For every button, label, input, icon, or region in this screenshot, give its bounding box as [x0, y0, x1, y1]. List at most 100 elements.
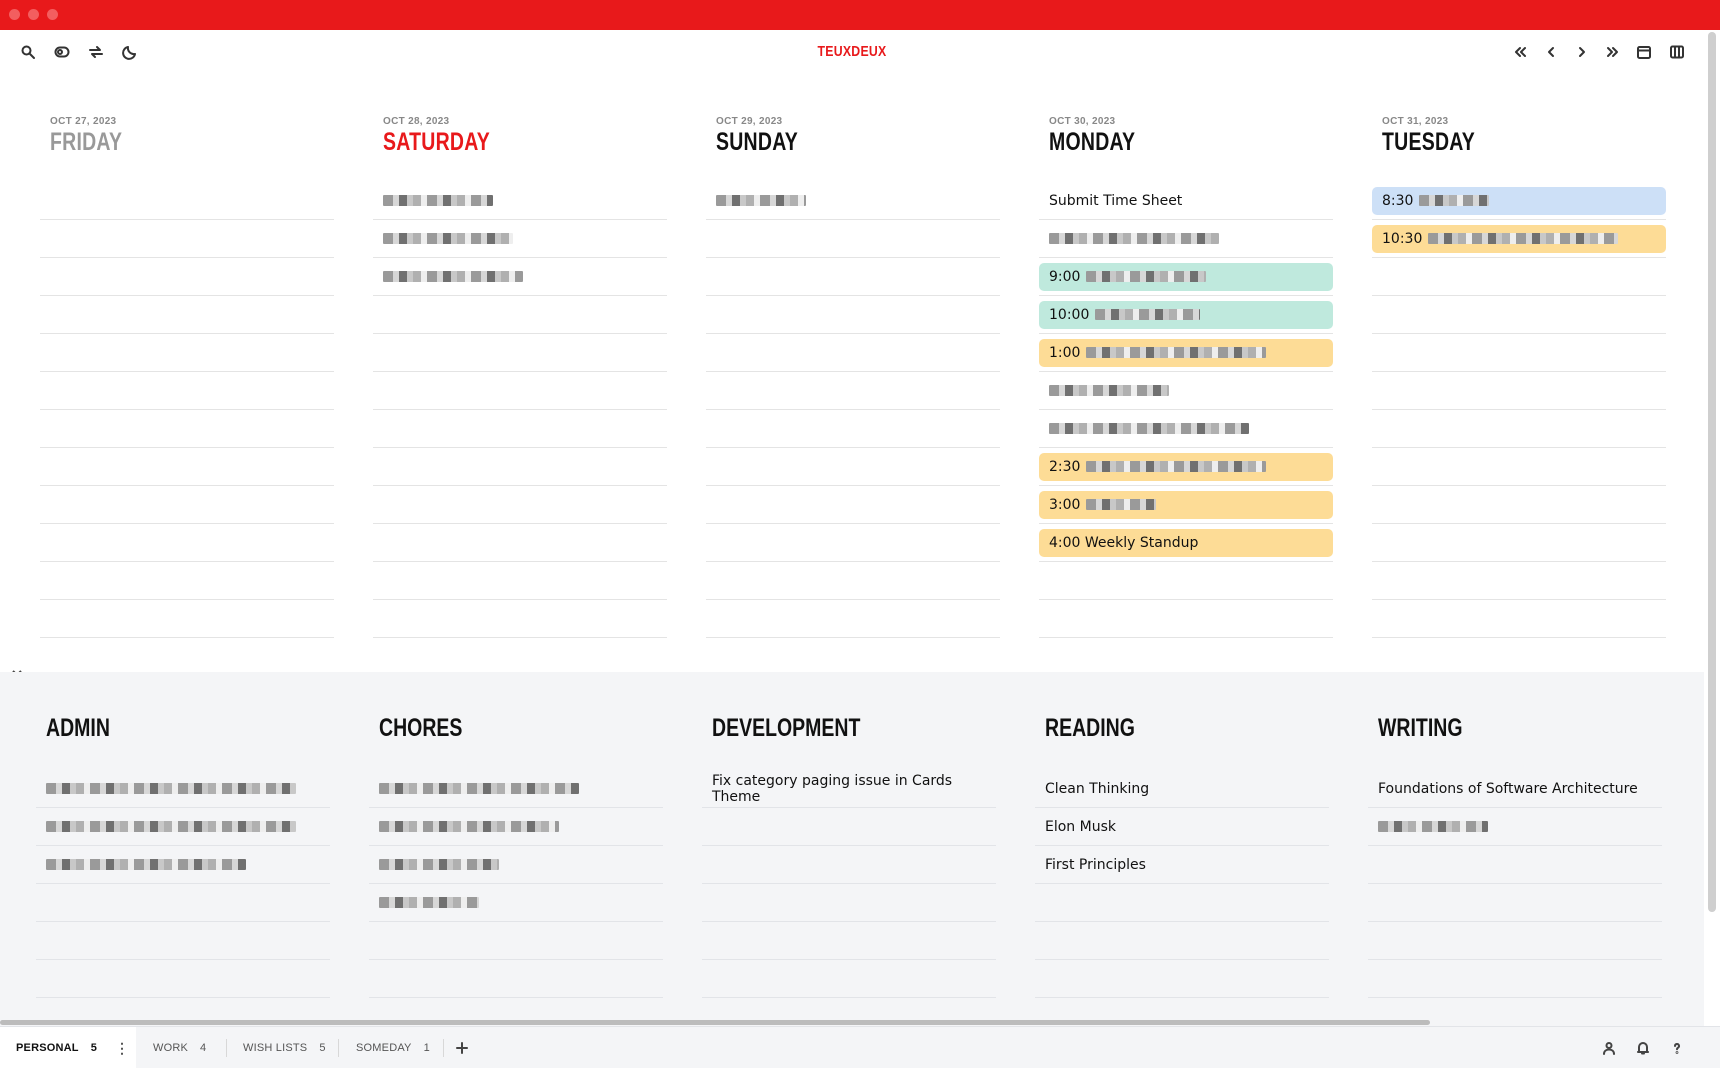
zoom-window-button[interactable]: [47, 9, 58, 20]
list-row[interactable]: [369, 808, 663, 846]
todo-row[interactable]: [706, 410, 1000, 448]
list-row[interactable]: First Principles: [1035, 846, 1329, 884]
list-row[interactable]: [369, 770, 663, 808]
todo-item[interactable]: [1039, 372, 1333, 410]
todo-row[interactable]: [706, 334, 1000, 372]
list-row[interactable]: [36, 960, 330, 998]
todo-row[interactable]: [373, 562, 667, 600]
moon-icon[interactable]: [120, 42, 140, 62]
horizontal-scrollbar[interactable]: [0, 1020, 1430, 1025]
todo-item[interactable]: [373, 258, 667, 296]
list-item[interactable]: [36, 846, 330, 884]
list-name[interactable]: ADMIN: [46, 714, 110, 743]
tab-someday[interactable]: SOMEDAY 1: [356, 1027, 430, 1068]
todo-row[interactable]: [706, 182, 1000, 220]
todo-item[interactable]: [373, 182, 667, 220]
todo-row[interactable]: [40, 448, 334, 486]
todo-row[interactable]: [373, 182, 667, 220]
list-row[interactable]: [369, 846, 663, 884]
todo-item[interactable]: [1039, 410, 1333, 448]
todo-row[interactable]: [1372, 600, 1666, 638]
todo-row[interactable]: [1039, 600, 1333, 638]
minimize-window-button[interactable]: [28, 9, 39, 20]
todo-row[interactable]: [373, 334, 667, 372]
list-item[interactable]: Clean Thinking: [1035, 770, 1329, 808]
todo-row[interactable]: [40, 410, 334, 448]
more-icon[interactable]: ⋮: [115, 1040, 129, 1057]
todo-row[interactable]: [1039, 220, 1333, 258]
bell-icon[interactable]: [1635, 1040, 1651, 1056]
list-row[interactable]: [1035, 884, 1329, 922]
tab-personal[interactable]: PERSONAL 5 ⋮: [0, 1027, 136, 1068]
list-row[interactable]: [369, 884, 663, 922]
todo-row[interactable]: [1039, 372, 1333, 410]
list-item[interactable]: [369, 770, 663, 808]
todo-row[interactable]: [40, 486, 334, 524]
first-page-icon[interactable]: [1510, 42, 1530, 62]
todo-row[interactable]: [1372, 448, 1666, 486]
list-row[interactable]: [1368, 846, 1662, 884]
todo-row[interactable]: [40, 182, 334, 220]
todo-item[interactable]: [1039, 220, 1333, 258]
todo-row[interactable]: [40, 524, 334, 562]
list-item[interactable]: [369, 846, 663, 884]
list-name[interactable]: READING: [1045, 714, 1135, 743]
todo-row[interactable]: [1039, 562, 1333, 600]
list-item[interactable]: Elon Musk: [1035, 808, 1329, 846]
todo-item[interactable]: 2:30: [1039, 452, 1333, 481]
list-item[interactable]: Foundations of Software Architecture: [1368, 770, 1662, 808]
todo-row[interactable]: [373, 410, 667, 448]
search-icon[interactable]: [18, 42, 38, 62]
todo-row[interactable]: 3:00: [1039, 486, 1333, 524]
todo-row[interactable]: 4:00 Weekly Standup: [1039, 524, 1333, 562]
todo-row[interactable]: [706, 220, 1000, 258]
list-item[interactable]: [36, 770, 330, 808]
todo-row[interactable]: [40, 220, 334, 258]
list-row[interactable]: [702, 846, 996, 884]
todo-row[interactable]: [373, 448, 667, 486]
list-row[interactable]: [36, 770, 330, 808]
todo-row[interactable]: [1372, 258, 1666, 296]
list-row[interactable]: [702, 960, 996, 998]
todo-row[interactable]: [1372, 486, 1666, 524]
list-row[interactable]: [36, 884, 330, 922]
todo-item[interactable]: [373, 220, 667, 258]
list-row[interactable]: [1368, 808, 1662, 846]
todo-row[interactable]: [706, 372, 1000, 410]
list-row[interactable]: Fix category paging issue in Cards Theme: [702, 770, 996, 808]
todo-item[interactable]: 1:00: [1039, 338, 1333, 367]
todo-row[interactable]: [1372, 334, 1666, 372]
repeat-icon[interactable]: [86, 42, 106, 62]
todo-row[interactable]: [1372, 372, 1666, 410]
vertical-scrollbar[interactable]: [1708, 32, 1716, 912]
todo-row[interactable]: 10:00: [1039, 296, 1333, 334]
list-row[interactable]: [702, 808, 996, 846]
add-icon[interactable]: [454, 1040, 470, 1056]
todo-row[interactable]: [40, 372, 334, 410]
todo-row[interactable]: [40, 562, 334, 600]
todo-row[interactable]: [706, 524, 1000, 562]
todo-item[interactable]: 4:00 Weekly Standup: [1039, 528, 1333, 557]
last-page-icon[interactable]: [1603, 42, 1623, 62]
list-row[interactable]: [1035, 922, 1329, 960]
todo-item[interactable]: 10:30: [1372, 224, 1666, 253]
todo-row[interactable]: 2:30: [1039, 448, 1333, 486]
todo-row[interactable]: 9:00: [1039, 258, 1333, 296]
list-row[interactable]: [36, 922, 330, 960]
todo-row[interactable]: [1372, 296, 1666, 334]
list-row[interactable]: [1035, 960, 1329, 998]
todo-row[interactable]: 8:30: [1372, 182, 1666, 220]
todo-row[interactable]: [706, 258, 1000, 296]
list-row[interactable]: [702, 922, 996, 960]
todo-row[interactable]: [706, 600, 1000, 638]
todo-row[interactable]: [373, 486, 667, 524]
columns-icon[interactable]: [1667, 42, 1687, 62]
list-name[interactable]: CHORES: [379, 714, 462, 743]
todo-row[interactable]: [373, 258, 667, 296]
tab-work[interactable]: WORK 4: [153, 1027, 206, 1068]
todo-item[interactable]: [706, 182, 1000, 220]
list-row[interactable]: [369, 960, 663, 998]
todo-item[interactable]: 9:00: [1039, 262, 1333, 291]
user-icon[interactable]: [1601, 1040, 1617, 1056]
list-item[interactable]: [369, 808, 663, 846]
